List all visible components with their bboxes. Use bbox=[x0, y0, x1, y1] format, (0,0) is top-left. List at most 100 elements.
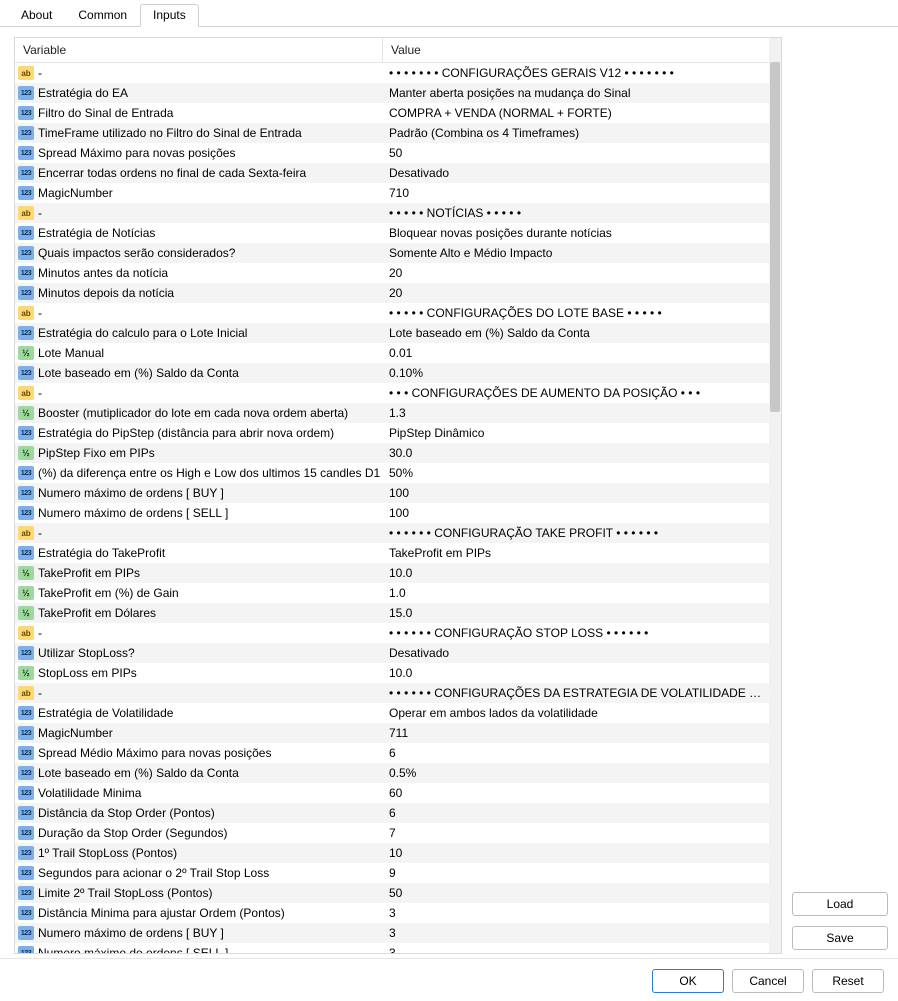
value-cell[interactable]: 710 bbox=[383, 186, 769, 200]
table-row[interactable]: (%) da diferença entre os High e Low dos… bbox=[15, 463, 769, 483]
value-cell[interactable]: 15.0 bbox=[383, 606, 769, 620]
table-row[interactable]: Estratégia do EAManter aberta posições n… bbox=[15, 83, 769, 103]
value-cell[interactable]: 6 bbox=[383, 806, 769, 820]
value-cell[interactable]: • • • • • CONFIGURAÇÕES DO LOTE BASE • •… bbox=[383, 306, 769, 320]
value-cell[interactable]: Desativado bbox=[383, 166, 769, 180]
value-cell[interactable]: PipStep Dinâmico bbox=[383, 426, 769, 440]
value-cell[interactable]: 3 bbox=[383, 906, 769, 920]
table-row[interactable]: PipStep Fixo em PIPs30.0 bbox=[15, 443, 769, 463]
value-cell[interactable]: 6 bbox=[383, 746, 769, 760]
table-row[interactable]: -• • • • • • • CONFIGURAÇÕES GERAIS V12 … bbox=[15, 63, 769, 83]
table-row[interactable]: -• • • • • CONFIGURAÇÕES DO LOTE BASE • … bbox=[15, 303, 769, 323]
value-cell[interactable]: Desativado bbox=[383, 646, 769, 660]
value-cell[interactable]: 1.3 bbox=[383, 406, 769, 420]
value-cell[interactable]: 0.5% bbox=[383, 766, 769, 780]
value-cell[interactable]: 3 bbox=[383, 926, 769, 940]
table-row[interactable]: Spread Máximo para novas posições50 bbox=[15, 143, 769, 163]
value-cell[interactable]: Padrão (Combina os 4 Timeframes) bbox=[383, 126, 769, 140]
table-row[interactable]: Encerrar todas ordens no final de cada S… bbox=[15, 163, 769, 183]
table-row[interactable]: Booster (mutiplicador do lote em cada no… bbox=[15, 403, 769, 423]
table-row[interactable]: Segundos para acionar o 2º Trail Stop Lo… bbox=[15, 863, 769, 883]
table-row[interactable]: -• • • • • • CONFIGURAÇÕES DA ESTRATEGIA… bbox=[15, 683, 769, 703]
value-cell[interactable]: 10.0 bbox=[383, 566, 769, 580]
reset-button[interactable]: Reset bbox=[812, 969, 884, 993]
value-cell[interactable]: 7 bbox=[383, 826, 769, 840]
table-row[interactable]: -• • • • • NOTÍCIAS • • • • • bbox=[15, 203, 769, 223]
table-row[interactable]: TimeFrame utilizado no Filtro do Sinal d… bbox=[15, 123, 769, 143]
table-row[interactable]: Estratégia de NotíciasBloquear novas pos… bbox=[15, 223, 769, 243]
value-cell[interactable]: 100 bbox=[383, 486, 769, 500]
table-row[interactable]: MagicNumber711 bbox=[15, 723, 769, 743]
value-cell[interactable]: • • • • • • CONFIGURAÇÃO TAKE PROFIT • •… bbox=[383, 526, 769, 540]
table-row[interactable]: TakeProfit em PIPs10.0 bbox=[15, 563, 769, 583]
value-cell[interactable]: 50% bbox=[383, 466, 769, 480]
tab-common[interactable]: Common bbox=[65, 4, 140, 26]
table-row[interactable]: Distância Minima para ajustar Ordem (Pon… bbox=[15, 903, 769, 923]
value-cell[interactable]: 10.0 bbox=[383, 666, 769, 680]
table-row[interactable]: Numero máximo de ordens [ BUY ]100 bbox=[15, 483, 769, 503]
table-row[interactable]: Spread Médio Máximo para novas posições6 bbox=[15, 743, 769, 763]
table-row[interactable]: Lote baseado em (%) Saldo da Conta0.5% bbox=[15, 763, 769, 783]
table-row[interactable]: Numero máximo de ordens [ SELL ]3 bbox=[15, 943, 769, 953]
header-value[interactable]: Value bbox=[383, 38, 769, 62]
table-row[interactable]: Numero máximo de ordens [ SELL ]100 bbox=[15, 503, 769, 523]
vertical-scrollbar[interactable] bbox=[769, 38, 781, 953]
value-cell[interactable]: • • • • • • CONFIGURAÇÕES DA ESTRATEGIA … bbox=[383, 686, 769, 700]
table-row[interactable]: Filtro do Sinal de EntradaCOMPRA + VENDA… bbox=[15, 103, 769, 123]
value-cell[interactable]: • • • • • • • CONFIGURAÇÕES GERAIS V12 •… bbox=[383, 66, 769, 80]
table-row[interactable]: Minutos antes da notícia20 bbox=[15, 263, 769, 283]
value-cell[interactable]: 20 bbox=[383, 286, 769, 300]
value-cell[interactable]: TakeProfit em PIPs bbox=[383, 546, 769, 560]
value-cell[interactable]: 30.0 bbox=[383, 446, 769, 460]
table-row[interactable]: Duração da Stop Order (Segundos)7 bbox=[15, 823, 769, 843]
ok-button[interactable]: OK bbox=[652, 969, 724, 993]
value-cell[interactable]: Manter aberta posições na mudança do Sin… bbox=[383, 86, 769, 100]
value-cell[interactable]: 100 bbox=[383, 506, 769, 520]
table-row[interactable]: -• • • • • • CONFIGURAÇÃO TAKE PROFIT • … bbox=[15, 523, 769, 543]
value-cell[interactable]: 20 bbox=[383, 266, 769, 280]
load-button[interactable]: Load bbox=[792, 892, 888, 916]
table-row[interactable]: MagicNumber710 bbox=[15, 183, 769, 203]
value-cell[interactable]: 711 bbox=[383, 726, 769, 740]
table-row[interactable]: TakeProfit em Dólares15.0 bbox=[15, 603, 769, 623]
table-row[interactable]: Estratégia do calculo para o Lote Inicia… bbox=[15, 323, 769, 343]
value-cell[interactable]: Lote baseado em (%) Saldo da Conta bbox=[383, 326, 769, 340]
value-cell[interactable]: • • • CONFIGURAÇÕES DE AUMENTO DA POSIÇÃ… bbox=[383, 386, 769, 400]
scrollbar-thumb[interactable] bbox=[770, 62, 780, 412]
table-row[interactable]: Minutos depois da notícia20 bbox=[15, 283, 769, 303]
value-cell[interactable]: 50 bbox=[383, 146, 769, 160]
tab-about[interactable]: About bbox=[8, 4, 65, 26]
table-row[interactable]: Lote Manual0.01 bbox=[15, 343, 769, 363]
table-row[interactable]: Estratégia do PipStep (distância para ab… bbox=[15, 423, 769, 443]
value-cell[interactable]: COMPRA + VENDA (NORMAL + FORTE) bbox=[383, 106, 769, 120]
value-cell[interactable]: Bloquear novas posições durante notícias bbox=[383, 226, 769, 240]
save-button[interactable]: Save bbox=[792, 926, 888, 950]
value-cell[interactable]: 0.01 bbox=[383, 346, 769, 360]
table-row[interactable]: Distância da Stop Order (Pontos)6 bbox=[15, 803, 769, 823]
cancel-button[interactable]: Cancel bbox=[732, 969, 804, 993]
table-row[interactable]: Quais impactos serão considerados?Soment… bbox=[15, 243, 769, 263]
tab-inputs[interactable]: Inputs bbox=[140, 4, 199, 27]
value-cell[interactable]: 9 bbox=[383, 866, 769, 880]
value-cell[interactable]: 3 bbox=[383, 946, 769, 953]
table-row[interactable]: Estratégia de VolatilidadeOperar em ambo… bbox=[15, 703, 769, 723]
value-cell[interactable]: Operar em ambos lados da volatilidade bbox=[383, 706, 769, 720]
table-row[interactable]: TakeProfit em (%) de Gain1.0 bbox=[15, 583, 769, 603]
table-row[interactable]: -• • • • • • CONFIGURAÇÃO STOP LOSS • • … bbox=[15, 623, 769, 643]
value-cell[interactable]: Somente Alto e Médio Impacto bbox=[383, 246, 769, 260]
table-row[interactable]: Utilizar StopLoss?Desativado bbox=[15, 643, 769, 663]
table-row[interactable]: Numero máximo de ordens [ BUY ]3 bbox=[15, 923, 769, 943]
value-cell[interactable]: 50 bbox=[383, 886, 769, 900]
value-cell[interactable]: • • • • • NOTÍCIAS • • • • • bbox=[383, 206, 769, 220]
value-cell[interactable]: • • • • • • CONFIGURAÇÃO STOP LOSS • • •… bbox=[383, 626, 769, 640]
table-row[interactable]: Estratégia do TakeProfitTakeProfit em PI… bbox=[15, 543, 769, 563]
table-row[interactable]: Limite 2º Trail StopLoss (Pontos)50 bbox=[15, 883, 769, 903]
table-row[interactable]: StopLoss em PIPs10.0 bbox=[15, 663, 769, 683]
table-row[interactable]: -• • • CONFIGURAÇÕES DE AUMENTO DA POSIÇ… bbox=[15, 383, 769, 403]
header-variable[interactable]: Variable bbox=[15, 38, 383, 62]
table-row[interactable]: 1º Trail StopLoss (Pontos)10 bbox=[15, 843, 769, 863]
value-cell[interactable]: 0.10% bbox=[383, 366, 769, 380]
value-cell[interactable]: 10 bbox=[383, 846, 769, 860]
value-cell[interactable]: 1.0 bbox=[383, 586, 769, 600]
table-row[interactable]: Volatilidade Minima60 bbox=[15, 783, 769, 803]
